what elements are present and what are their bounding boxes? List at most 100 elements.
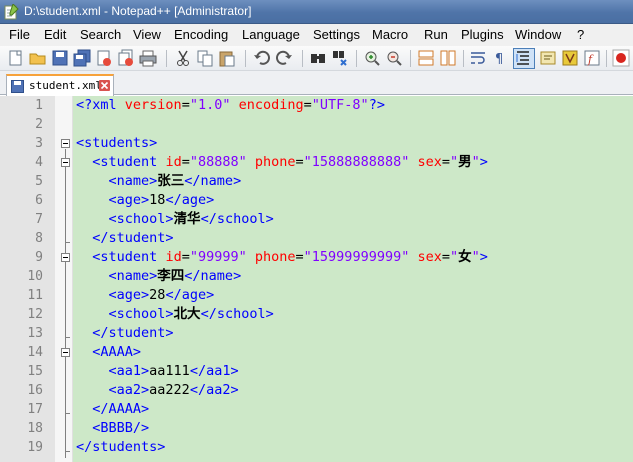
menu-plugins[interactable]: Plugins	[461, 27, 504, 42]
udl-icon[interactable]	[539, 49, 557, 67]
menu-language[interactable]: Language	[242, 27, 300, 42]
code-line: 13 </student>	[0, 324, 633, 343]
line-number: 1	[35, 98, 43, 113]
tab-bar: student.xml	[0, 71, 633, 96]
doc-map-icon[interactable]	[561, 49, 579, 67]
line-text: <?xml version="1.0" encoding="UTF-8"?>	[76, 97, 385, 113]
sync-v-icon[interactable]	[417, 49, 435, 67]
line-text: </student>	[92, 230, 174, 246]
menu-settings[interactable]: Settings	[313, 27, 360, 42]
fold-line-students	[65, 149, 66, 458]
code-line: 17 </AAAA>	[0, 400, 633, 419]
fold-end-aaaa	[65, 413, 70, 414]
function-list-icon[interactable]: f	[583, 49, 601, 67]
line-text: <name>李四</name>	[108, 268, 242, 284]
tab-close-icon[interactable]	[99, 80, 110, 91]
zoom-out-icon[interactable]	[385, 49, 403, 67]
menu-edit[interactable]: Edit	[44, 27, 66, 42]
saved-file-icon	[11, 80, 24, 93]
menu-view[interactable]: View	[133, 27, 161, 42]
fold-end-student-2	[65, 337, 70, 338]
line-text: <age>18</age>	[108, 192, 215, 208]
line-number: 3	[35, 136, 43, 151]
code-line: 6 <age>18</age>	[0, 191, 633, 210]
save-icon[interactable]	[51, 49, 69, 67]
line-number: 9	[35, 250, 43, 265]
code-line: 11 <age>28</age>	[0, 286, 633, 305]
line-text: <AAAA>	[92, 344, 142, 360]
code-line: 15 <aa1>aa111</aa1>	[0, 362, 633, 381]
line-text: <BBBB/>	[92, 420, 150, 436]
show-all-icon[interactable]: ¶	[491, 49, 509, 67]
editor-area[interactable]: 1 <?xml version="1.0" encoding="UTF-8"?> 2…	[0, 96, 633, 462]
copy-icon[interactable]	[196, 49, 214, 67]
tab-student-xml[interactable]: student.xml	[6, 74, 114, 96]
line-number: 7	[35, 212, 43, 227]
notepadpp-app-icon	[4, 4, 19, 20]
code-line: 8 </student>	[0, 229, 633, 248]
find-icon[interactable]	[309, 49, 327, 67]
print-icon[interactable]	[139, 49, 157, 67]
replace-icon[interactable]	[331, 49, 349, 67]
window-title: D:\student.xml - Notepad++ [Administrato…	[24, 4, 252, 18]
cut-icon[interactable]	[174, 49, 192, 67]
line-number: 10	[27, 269, 43, 284]
line-number: 14	[27, 345, 43, 360]
menu-window[interactable]: Window	[515, 27, 561, 42]
line-number: 15	[27, 364, 43, 379]
code-line: 3 <students>	[0, 134, 633, 153]
line-text: </students>	[76, 439, 166, 455]
code-line: 19 </students>	[0, 438, 633, 457]
redo-icon[interactable]	[275, 49, 293, 67]
menu-search[interactable]: Search	[80, 27, 121, 42]
close-all-icon[interactable]	[117, 49, 135, 67]
fold-end-students	[65, 451, 70, 452]
line-text: <aa1>aa111</aa1>	[108, 363, 239, 379]
paste-icon[interactable]	[218, 49, 236, 67]
line-number: 8	[35, 231, 43, 246]
menu-bar: File Edit Search View Encoding Language …	[0, 24, 633, 46]
line-number: 18	[27, 421, 43, 436]
code-line: 7 <school>清华</school>	[0, 210, 633, 229]
line-number: 11	[27, 288, 43, 303]
indent-guide-icon[interactable]	[513, 48, 535, 69]
line-number: 13	[27, 326, 43, 341]
fold-aaaa-toggle[interactable]	[61, 348, 70, 357]
line-text: <school>北大</school>	[108, 306, 274, 322]
menu-encoding[interactable]: Encoding	[174, 27, 228, 42]
new-icon[interactable]	[7, 49, 25, 67]
code-line: 10 <name>李四</name>	[0, 267, 633, 286]
line-text: <school>清华</school>	[108, 211, 274, 227]
menu-run[interactable]: Run	[424, 27, 448, 42]
line-text: </student>	[92, 325, 174, 341]
line-number: 2	[35, 117, 43, 132]
fold-end-student-1	[65, 242, 70, 243]
fold-student-1-toggle[interactable]	[61, 158, 70, 167]
line-number: 12	[27, 307, 43, 322]
line-number: 5	[35, 174, 43, 189]
tab-label: student.xml	[29, 79, 102, 92]
save-all-icon[interactable]	[73, 49, 91, 67]
zoom-in-icon[interactable]	[363, 49, 381, 67]
menu-macro[interactable]: Macro	[372, 27, 408, 42]
code-line: 5 <name>张三</name>	[0, 172, 633, 191]
sync-h-icon[interactable]	[439, 49, 457, 67]
code-line: 4 <student id="88888" phone="15888888888…	[0, 153, 633, 172]
open-icon[interactable]	[29, 49, 47, 67]
svg-text:¶: ¶	[495, 52, 503, 67]
line-number: 6	[35, 193, 43, 208]
fold-student-2-toggle[interactable]	[61, 253, 70, 262]
undo-icon[interactable]	[253, 49, 271, 67]
line-text: <age>28</age>	[108, 287, 215, 303]
close-icon[interactable]	[95, 49, 113, 67]
code-line: 16 <aa2>aa222</aa2>	[0, 381, 633, 400]
fold-students-toggle[interactable]	[61, 139, 70, 148]
menu-help[interactable]: ?	[577, 27, 584, 42]
line-text: <student id="88888" phone="15888888888" …	[92, 154, 488, 170]
wrap-icon[interactable]	[469, 49, 487, 67]
line-text: <student id="99999" phone="15999999999" …	[92, 249, 488, 265]
line-text: </AAAA>	[92, 401, 150, 417]
menu-file[interactable]: File	[9, 27, 30, 42]
toolbar: ¶ f	[0, 46, 633, 71]
record-macro-icon[interactable]	[612, 49, 630, 67]
